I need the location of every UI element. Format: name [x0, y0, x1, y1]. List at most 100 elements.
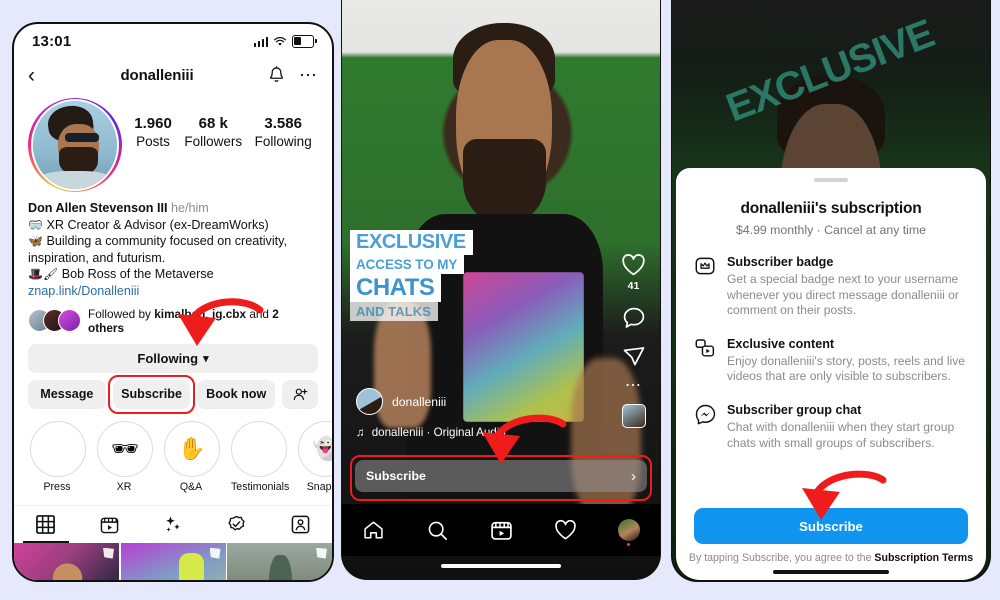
stat-followers-value: 68 k [198, 115, 228, 132]
subscription-terms-text: By tapping Subscribe, you agree to the S… [676, 552, 986, 564]
audio-thumbnail[interactable] [621, 404, 646, 428]
profile-stats: 1.960 Posts 68 k Followers 3.586 Followi… [122, 98, 318, 151]
post-thumbnail[interactable] [227, 542, 332, 580]
terms-prefix: By tapping Subscribe, you agree to the [688, 552, 875, 564]
tab-effects[interactable] [141, 506, 205, 543]
sheet-grabber[interactable] [814, 178, 848, 182]
sheet-subscribe-button[interactable]: Subscribe [694, 508, 968, 544]
search-icon[interactable] [426, 519, 449, 542]
stat-followers[interactable]: 68 k Followers [184, 114, 242, 151]
bio-link[interactable]: znap.link/Donalleniii [28, 283, 318, 300]
subscribe-button[interactable]: Subscribe [107, 374, 196, 414]
heart-icon[interactable] [554, 519, 577, 541]
following-button[interactable]: Following ▾ [28, 343, 318, 373]
tab-tagged[interactable] [268, 506, 332, 543]
stat-following-label: Following [254, 134, 312, 149]
raised-hand-icon: ✋ [178, 435, 206, 461]
ghost-icon: 👻 [312, 436, 332, 462]
tab-verified[interactable] [205, 506, 269, 543]
message-button[interactable]: Message [28, 379, 106, 409]
reel-author-username: donalleniii [392, 394, 447, 409]
check-badge-icon [228, 515, 245, 531]
exclusive-content-icon [695, 339, 715, 357]
bio-emoji-4: 🖌 [42, 267, 59, 282]
reel-action-rail: 41 ⋯ [621, 253, 646, 428]
reel-author-row[interactable]: donalleniii [356, 388, 446, 415]
reels-icon [100, 517, 119, 533]
profile-username: donalleniii [120, 66, 194, 84]
profile-post-grid [14, 542, 332, 580]
followed-by-row[interactable]: Followed by kimalban, ig.cbx and 2 other… [14, 300, 332, 335]
profile-nav-bar: ‹ donalleniii ⋯ [14, 58, 332, 92]
reel-audio-row[interactable]: ♫ donalleniii · Original Audio [356, 426, 506, 439]
highlight-snap-in[interactable]: 👻 Snap In [298, 420, 332, 493]
subscription-bottom-sheet: donalleniii's subscription $4.99 monthly… [676, 168, 986, 580]
profile-header-row: 1.960 Posts 68 k Followers 3.586 Followi… [14, 92, 332, 192]
highlight-testimonials-label: Testimonials [231, 480, 290, 493]
followed-by-text: Followed by kimalban, ig.cbx and 2 other… [88, 307, 318, 335]
phone-subscription-sheet-screen: EXCLUSIVE donalleniii's subscription $4.… [671, 0, 991, 582]
highlight-xr[interactable]: 🕶 XR [97, 420, 153, 493]
feature-subscriber-badge: Subscriber badge Get a special badge nex… [694, 254, 968, 319]
more-dots-icon[interactable]: ⋯ [299, 66, 318, 84]
tab-grid[interactable] [14, 506, 78, 543]
home-icon[interactable] [362, 519, 385, 542]
profile-avatar[interactable] [617, 519, 640, 546]
sheet-title: donalleniii's subscription [740, 200, 922, 217]
post-thumbnail[interactable] [120, 542, 226, 580]
bio-line-4: Bob Ross of the Metaverse [61, 267, 214, 282]
status-bar-indicators [253, 34, 317, 48]
back-icon[interactable]: ‹ [28, 65, 50, 86]
highlight-press-cover [30, 420, 86, 477]
reels-icon[interactable] [490, 519, 513, 542]
heart-icon[interactable] [621, 253, 646, 277]
caption-line-4: AND TALKS [350, 302, 439, 321]
highlight-qa[interactable]: ✋ Q&A [164, 420, 220, 493]
caption-line-3: CHATS [350, 274, 442, 302]
add-person-icon [293, 388, 307, 400]
followed-by-mid: and [249, 306, 269, 321]
add-person-button[interactable] [282, 379, 319, 409]
profile-avatar-ring[interactable] [28, 98, 122, 192]
highlight-press[interactable]: Press [30, 420, 86, 493]
profile-content-tabs [14, 504, 332, 543]
home-indicator [773, 570, 889, 574]
highlight-press-label: Press [43, 480, 71, 493]
book-now-button[interactable]: Book now [197, 379, 276, 409]
feature-desc: Chat with donalleniii when they start gr… [727, 419, 955, 450]
subscription-terms-link[interactable]: Subscription Terms [874, 552, 973, 564]
comment-icon[interactable] [622, 306, 646, 330]
avatar [31, 99, 119, 191]
more-dots-icon[interactable]: ⋯ [625, 378, 642, 394]
book-now-button-label: Book now [206, 387, 267, 402]
bell-icon[interactable] [268, 66, 285, 84]
status-bar-time: 13:01 [32, 32, 72, 50]
subscriber-badge-icon [695, 257, 715, 275]
highlight-testimonials[interactable]: Testimonials [231, 420, 290, 493]
stat-following-value: 3.586 [264, 115, 302, 132]
home-indicator [441, 564, 561, 568]
tab-reels[interactable] [78, 506, 142, 543]
highlight-xr-cover: 🕶 [97, 420, 153, 477]
stat-posts[interactable]: 1.960 Posts [134, 114, 172, 151]
sheet-subtitle: $4.99 monthly · Cancel at any time [735, 223, 926, 237]
bio-emoji-1: 🥽 [28, 217, 43, 232]
highlight-snap-label: Snap In [306, 480, 332, 493]
highlight-testimonials-cover [231, 420, 287, 477]
phone-reel-screen: EXCLUSIVE ACCESS TO MY CHATS AND TALKS 4… [341, 0, 661, 580]
reel-subscribe-highlight-ring [350, 455, 652, 501]
caption-line-2: ACCESS TO MY [350, 255, 465, 274]
share-paperplane-icon[interactable] [622, 344, 646, 368]
feature-exclusive-content: Exclusive content Enjoy donalleniii's st… [694, 336, 968, 385]
stat-following[interactable]: 3.586 Following [255, 114, 312, 151]
phone-profile-screen: 13:01 ‹ donalleniii ⋯ 1.960 Posts 68 k F… [12, 22, 334, 582]
chevron-down-icon: ▾ [203, 352, 209, 365]
tagged-person-icon [291, 515, 310, 533]
app-tab-bar [342, 504, 660, 556]
bio-emoji-2: 🦋 [28, 234, 43, 249]
sunglasses-icon: 🕶 [111, 435, 139, 461]
post-thumbnail[interactable] [14, 542, 119, 580]
avatar [356, 388, 383, 415]
status-bar: 13:01 [14, 24, 332, 58]
highlight-qa-label: Q&A [179, 480, 203, 493]
